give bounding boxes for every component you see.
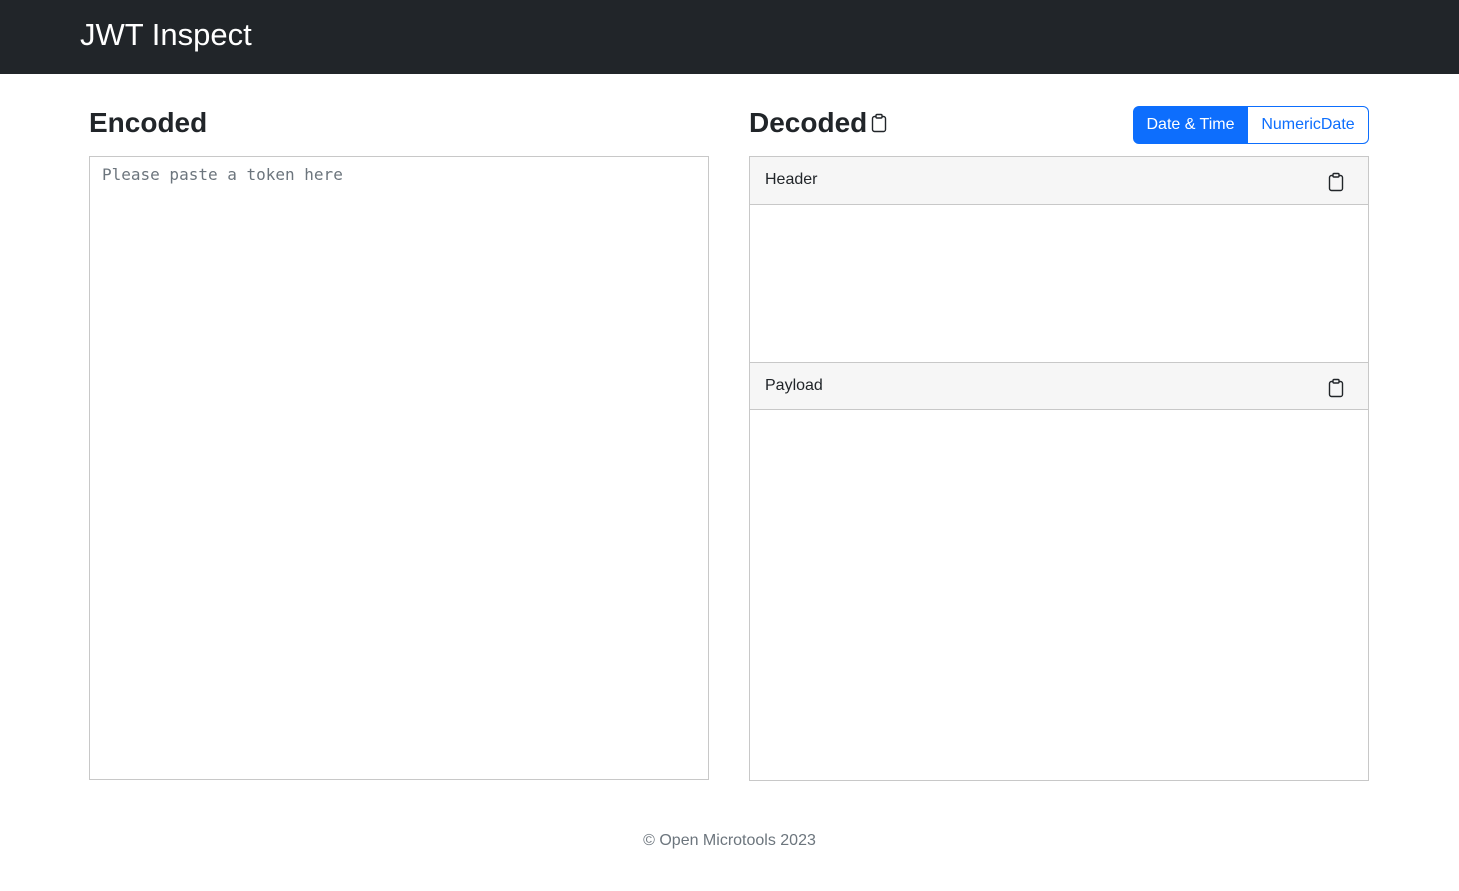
- copy-header-clipboard-icon[interactable]: [1327, 172, 1345, 192]
- encoded-title: Encoded: [89, 107, 208, 138]
- copy-decoded-clipboard-icon[interactable]: [870, 113, 888, 133]
- date-time-button[interactable]: Date & Time: [1133, 106, 1248, 144]
- numeric-date-button[interactable]: NumericDate: [1248, 106, 1369, 144]
- date-format-toggle: Date & Time NumericDate: [1133, 106, 1369, 144]
- top-navbar: JWT Inspect: [0, 0, 1459, 74]
- decoded-title: Decoded: [749, 107, 868, 138]
- footer-copyright: © Open Microtools 2023: [643, 832, 816, 849]
- header-panel-bar: Header: [750, 157, 1368, 205]
- decoded-container: Header Payload: [749, 156, 1369, 781]
- token-input[interactable]: [89, 156, 709, 780]
- payload-panel-content: [750, 410, 1368, 780]
- header-panel-label: Header: [765, 171, 818, 188]
- payload-panel-label: Payload: [765, 377, 823, 394]
- header-panel-content: [750, 205, 1368, 362]
- copy-payload-clipboard-icon[interactable]: [1327, 378, 1345, 398]
- app-brand-link[interactable]: JWT Inspect: [80, 15, 252, 55]
- payload-panel-bar: Payload: [750, 362, 1368, 410]
